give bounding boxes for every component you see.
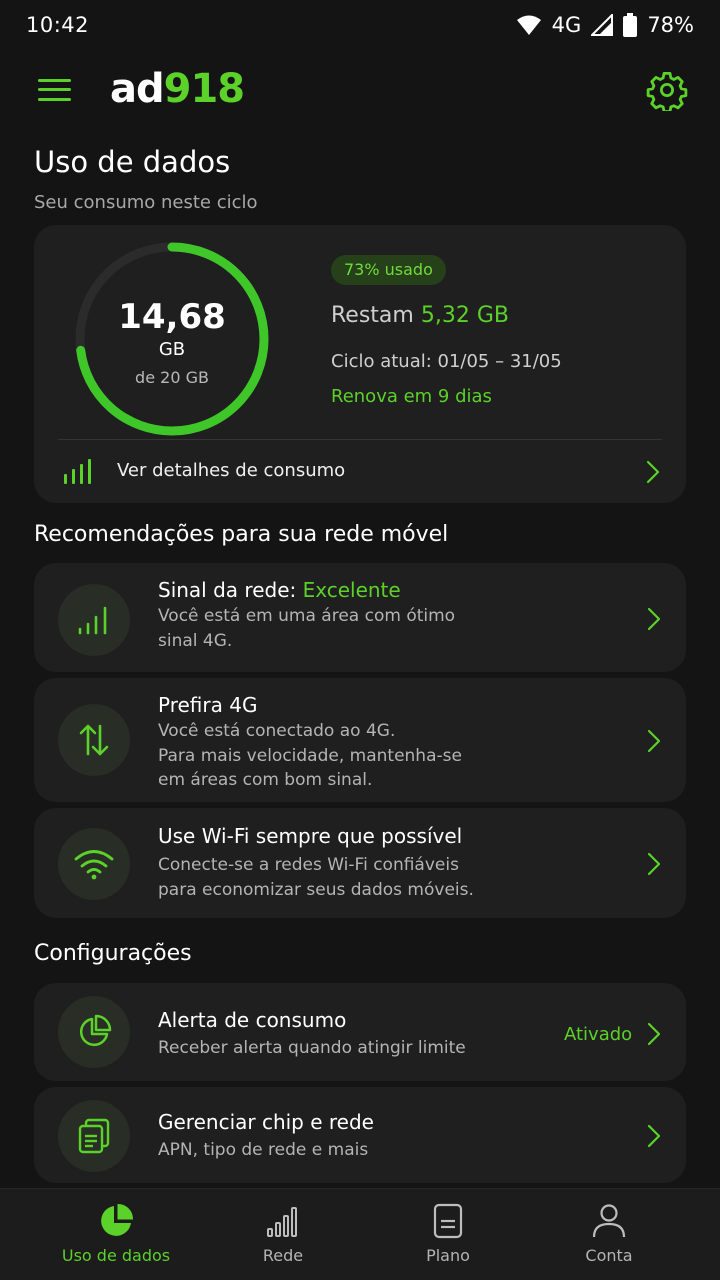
remaining-value: 5,32 GB bbox=[420, 303, 509, 328]
nav-item-plan[interactable]: Plano bbox=[358, 1189, 538, 1280]
pie-chart-icon bbox=[101, 1203, 134, 1236]
battery-icon bbox=[623, 13, 638, 37]
desc-line: Você está conectado ao 4G. bbox=[158, 721, 396, 741]
bottom-navigation: Uso de dados Rede Plano Conta bbox=[0, 1188, 720, 1280]
document-icon bbox=[433, 1203, 463, 1239]
gear-icon[interactable] bbox=[646, 69, 688, 113]
status-time: 10:42 bbox=[26, 13, 90, 37]
status-bar: 10:42 4G 78% bbox=[0, 0, 720, 50]
use-wifi-description: Conecte-se a redes Wi-Fi confiáveis para… bbox=[158, 853, 558, 902]
remaining-data: Restam 5,32 GB bbox=[331, 303, 509, 328]
wifi-status-icon bbox=[516, 14, 542, 36]
wifi-icon bbox=[74, 850, 114, 880]
chevron-right-icon bbox=[647, 729, 661, 753]
signal-bars-icon bbox=[267, 1207, 297, 1237]
network-type-label: 4G bbox=[551, 13, 582, 37]
manage-sim-card[interactable]: Gerenciar chip e rede APN, tipo de rede … bbox=[34, 1087, 686, 1183]
up-down-arrows-icon bbox=[79, 724, 109, 756]
renewal-info: Renova em 9 dias bbox=[331, 386, 492, 407]
view-details-label: Ver detalhes de consumo bbox=[117, 460, 346, 481]
cell-signal-icon bbox=[591, 14, 614, 36]
data-usage-screen: 10:42 4G 78% ad918 Uso de dados Seu cons… bbox=[0, 0, 720, 1280]
usage-percent-badge: 73% usado bbox=[331, 255, 446, 285]
nav-label-account: Conta bbox=[585, 1246, 633, 1265]
nav-item-network[interactable]: Rede bbox=[193, 1189, 373, 1280]
pie-chart-icon bbox=[79, 1014, 112, 1047]
usage-alert-status: Ativado bbox=[564, 1024, 633, 1045]
view-usage-details-link[interactable]: Ver detalhes de consumo bbox=[34, 440, 686, 503]
usage-alert-title: Alerta de consumo bbox=[158, 1008, 347, 1032]
signal-bars-icon bbox=[78, 606, 107, 635]
prefer-4g-card[interactable]: Prefira 4G Você está conectado ao 4G. Pa… bbox=[34, 678, 686, 802]
network-signal-description: Você está em uma área com ótimo sinal 4G… bbox=[158, 604, 518, 653]
app-logo: ad918 bbox=[110, 63, 245, 115]
signal-quality: Excelente bbox=[302, 578, 401, 602]
desc-line: Você está em uma área com ótimo bbox=[158, 606, 456, 626]
signal-icon-circle bbox=[58, 584, 130, 656]
page-subtitle: Seu consumo neste ciclo bbox=[34, 192, 258, 213]
signal-title-prefix: Sinal da rede: bbox=[158, 578, 303, 602]
wifi-icon-circle bbox=[58, 828, 130, 900]
desc-line: Conecte-se a redes Wi-Fi confiáveis bbox=[158, 855, 459, 875]
network-signal-card[interactable]: Sinal da rede: Excelente Você está em um… bbox=[34, 563, 686, 672]
manage-sim-description: APN, tipo de rede e mais bbox=[158, 1140, 369, 1160]
nav-item-data-usage[interactable]: Uso de dados bbox=[26, 1189, 206, 1280]
manage-sim-title: Gerenciar chip e rede bbox=[158, 1110, 374, 1134]
chevron-right-icon bbox=[647, 852, 661, 876]
logo-text-918: 918 bbox=[163, 66, 245, 112]
used-data-value: 14,68 bbox=[118, 297, 226, 337]
desc-line: em áreas com bom sinal. bbox=[158, 770, 373, 790]
signal-bars-icon bbox=[64, 458, 92, 488]
status-indicators: 4G 78% bbox=[516, 13, 694, 37]
nav-label-plan: Plano bbox=[426, 1246, 470, 1265]
person-icon bbox=[592, 1204, 626, 1238]
chevron-right-icon bbox=[647, 607, 661, 631]
remaining-prefix: Restam bbox=[331, 303, 414, 328]
chevron-right-icon bbox=[646, 460, 660, 484]
sim-card-icon bbox=[78, 1118, 110, 1154]
page-title: Uso de dados bbox=[34, 145, 231, 179]
usage-alert-card[interactable]: Alerta de consumo Receber alerta quando … bbox=[34, 983, 686, 1081]
chevron-right-icon bbox=[647, 1022, 661, 1046]
nav-label-data-usage: Uso de dados bbox=[61, 1246, 171, 1265]
prefer-4g-title: Prefira 4G bbox=[158, 693, 258, 717]
sim-icon-circle bbox=[58, 1100, 130, 1172]
billing-cycle: Ciclo atual: 01/05 – 31/05 bbox=[331, 351, 562, 372]
hamburger-menu-icon[interactable] bbox=[38, 77, 72, 103]
usage-alert-description: Receber alerta quando atingir limite bbox=[158, 1038, 466, 1058]
desc-line: sinal 4G. bbox=[158, 630, 233, 651]
settings-title: Configurações bbox=[34, 941, 192, 966]
desc-line: para economizar seus dados móveis. bbox=[158, 879, 474, 900]
use-wifi-card[interactable]: Use Wi-Fi sempre que possível Conecte-se… bbox=[34, 808, 686, 918]
use-wifi-title: Use Wi-Fi sempre que possível bbox=[158, 824, 463, 848]
nav-label-network: Rede bbox=[262, 1246, 304, 1265]
pie-icon-circle bbox=[58, 996, 130, 1068]
used-data-unit: GB bbox=[158, 339, 186, 360]
logo-text-ad: ad bbox=[110, 66, 165, 112]
total-data-label: de 20 GB bbox=[135, 368, 209, 387]
app-bar: ad918 bbox=[0, 55, 720, 125]
prefer-4g-description: Você está conectado ao 4G. Para mais vel… bbox=[158, 719, 518, 793]
usage-card: 14,68 GB de 20 GB 73% usado Restam 5,32 … bbox=[34, 225, 686, 503]
recommendations-title: Recomendações para sua rede móvel bbox=[34, 522, 449, 547]
desc-line: Para mais velocidade, mantenha-se bbox=[158, 745, 462, 766]
chevron-right-icon bbox=[647, 1124, 661, 1148]
network-signal-title: Sinal da rede: Excelente bbox=[158, 578, 401, 602]
battery-percent: 78% bbox=[647, 13, 694, 37]
nav-item-account[interactable]: Conta bbox=[519, 1189, 699, 1280]
arrows-icon-circle bbox=[58, 704, 130, 776]
